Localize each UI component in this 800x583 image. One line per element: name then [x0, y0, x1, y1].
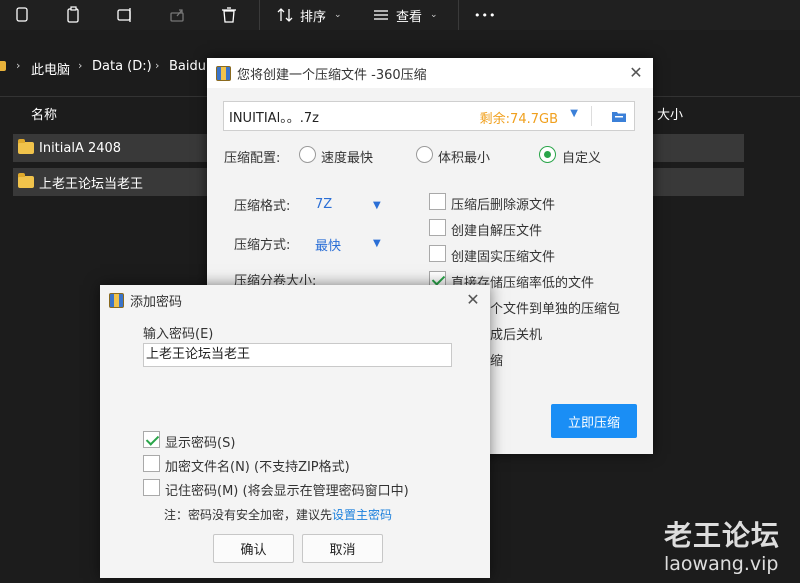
- view-icon: [374, 10, 388, 20]
- checkbox-solid[interactable]: [429, 245, 446, 262]
- watermark-title: 老王论坛: [664, 519, 781, 552]
- option-fastest-label: 速度最快: [321, 151, 374, 166]
- folder-icon: [18, 173, 34, 188]
- explorer-toolbar: 排序 ⌄ 查看 ⌄ •••: [0, 0, 800, 30]
- share-icon[interactable]: [167, 4, 189, 26]
- format-label: 压缩格式:: [234, 199, 291, 214]
- checkbox-self-extract-label: 创建自解压文件: [451, 224, 543, 239]
- chevron-down-icon: ⌄: [334, 10, 342, 20]
- chevron-down-icon[interactable]: ▼: [373, 238, 381, 249]
- format-select-value[interactable]: 7Z: [315, 197, 332, 212]
- radio-custom[interactable]: [539, 146, 556, 163]
- compress-now-button[interactable]: 立即压缩: [551, 404, 637, 438]
- checkbox-remember-password[interactable]: [143, 479, 160, 496]
- checkbox-show-password-label: 显示密码(S): [165, 436, 236, 451]
- option-custom-label: 自定义: [562, 151, 602, 166]
- checkbox-encrypt-filenames-label: 加密文件名(N) (不支持ZIP格式): [165, 460, 350, 475]
- cancel-button[interactable]: 取消: [302, 534, 383, 563]
- method-label: 压缩方式:: [234, 238, 291, 253]
- checkbox-encrypt-filenames[interactable]: [143, 455, 160, 472]
- checkbox-separate-archives-label: 个文件到单独的压缩包: [490, 302, 621, 317]
- breadcrumb-drive[interactable]: Data (D:): [92, 59, 152, 74]
- checkbox-shutdown-label: 成后关机: [490, 328, 543, 343]
- sort-icon: [277, 8, 293, 22]
- field-divider: [591, 106, 592, 126]
- checkbox-self-extract[interactable]: [429, 219, 446, 236]
- toolbar-divider: [259, 0, 260, 30]
- copy-icon[interactable]: [11, 4, 33, 26]
- browse-folder-icon[interactable]: [611, 108, 627, 124]
- password-dialog-title: 添加密码: [130, 294, 183, 310]
- rename-icon[interactable]: [114, 4, 136, 26]
- chevron-right-icon: ›: [16, 59, 21, 72]
- method-select-value[interactable]: 最快: [315, 235, 341, 254]
- checkbox-solid-label: 创建固实压缩文件: [451, 250, 556, 265]
- chevron-down-icon[interactable]: ▼: [373, 200, 381, 211]
- checkbox-show-password[interactable]: [143, 431, 160, 448]
- folder-icon: [0, 61, 6, 71]
- paste-icon[interactable]: [63, 4, 85, 26]
- sort-label: 排序: [300, 9, 327, 25]
- compress-dialog-titlebar[interactable]: 您将创建一个压缩文件 -360压缩 ✕: [207, 58, 653, 88]
- radio-fastest[interactable]: [299, 146, 316, 163]
- dropdown-arrow-icon[interactable]: ▼: [570, 108, 578, 119]
- chevron-down-icon: ⌄: [430, 10, 438, 20]
- config-label: 压缩配置:: [224, 151, 281, 166]
- radio-smallest[interactable]: [416, 146, 433, 163]
- column-header-name[interactable]: 名称: [31, 104, 57, 123]
- chevron-right-icon: ›: [78, 59, 83, 72]
- folder-icon: [18, 139, 34, 154]
- security-note: 注：密码没有安全加密，建议先设置主密码: [164, 506, 392, 523]
- password-dialog-titlebar[interactable]: 添加密码 ✕: [100, 285, 490, 315]
- checkbox-partial-label: 缩: [490, 354, 504, 369]
- checkbox-remember-password-label: 记住密码(M) (将会显示在管理密码窗口中): [165, 484, 409, 499]
- close-icon[interactable]: ✕: [627, 64, 645, 82]
- option-smallest-label: 体积最小: [438, 151, 491, 166]
- watermark-url: laowang.vip: [664, 553, 779, 575]
- password-input[interactable]: 上老王论坛当老王: [143, 343, 452, 367]
- archive-icon: [109, 292, 124, 308]
- archive-path-value: INUITIAl。。.7z: [229, 110, 319, 126]
- view-label: 查看: [396, 9, 423, 25]
- view-button[interactable]: 查看 ⌄: [372, 4, 438, 26]
- file-name: 上老王论坛当老王: [39, 176, 144, 192]
- password-input-label: 输入密码(E): [143, 327, 214, 342]
- close-icon[interactable]: ✕: [464, 291, 482, 309]
- confirm-button[interactable]: 确认: [213, 534, 294, 563]
- delete-icon[interactable]: [218, 4, 240, 26]
- archive-icon: [216, 65, 231, 81]
- breadcrumb-folder[interactable]: Baidu: [169, 59, 206, 74]
- free-space-label: 剩余:74.7GB: [479, 112, 558, 127]
- set-master-password-link[interactable]: 设置主密码: [332, 508, 392, 522]
- file-name: InitialA 2408: [39, 140, 122, 156]
- chevron-right-icon: ›: [155, 59, 160, 72]
- column-header-size[interactable]: 大小: [657, 104, 683, 123]
- sort-button[interactable]: 排序 ⌄: [276, 4, 342, 26]
- archive-path-field[interactable]: INUITIAl。。.7z 剩余:74.7GB ▼: [223, 101, 635, 131]
- compress-dialog-title: 您将创建一个压缩文件 -360压缩: [237, 67, 427, 83]
- security-note-text: 注：密码没有安全加密，建议先: [164, 508, 333, 522]
- password-dialog: 添加密码 ✕ 输入密码(E) 上老王论坛当老王 显示密码(S) 加密文件名(N)…: [100, 285, 490, 578]
- checkbox-delete-source[interactable]: [429, 193, 446, 210]
- checkbox-delete-source-label: 压缩后删除源文件: [451, 198, 556, 213]
- more-options-button[interactable]: •••: [474, 4, 496, 26]
- breadcrumb-this-pc[interactable]: 此电脑: [31, 59, 70, 78]
- toolbar-divider: [458, 0, 459, 30]
